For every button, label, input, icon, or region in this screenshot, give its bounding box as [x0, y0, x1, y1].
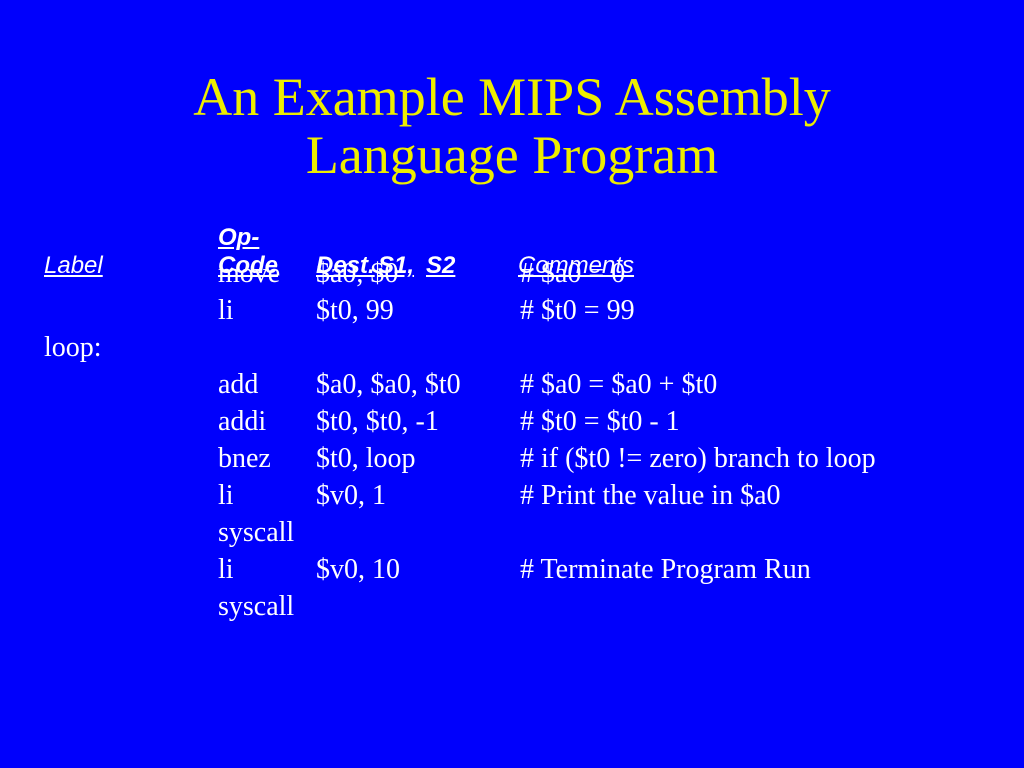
cell-comment: # $a0 = $a0 + $t0 — [520, 367, 717, 404]
code-row: addi$t0, $t0, -1# $t0 = $t0 - 1 — [44, 404, 876, 441]
cell-comment: # $t0 = $t0 - 1 — [520, 404, 680, 441]
cell-op: add — [218, 367, 316, 404]
code-row: syscall — [44, 515, 876, 552]
code-row: bnez$t0, loop# if ($t0 != zero) branch t… — [44, 441, 876, 478]
cell-op: syscall — [218, 515, 316, 552]
title-line-1: An Example MIPS Assembly — [193, 67, 831, 127]
cell-args: $a0, $a0, $t0 — [316, 367, 520, 404]
cell-comment: # Terminate Program Run — [520, 552, 811, 589]
code-listing: move$a0, $0# $a0 = 0 li$t0, 99# $t0 = 99… — [44, 256, 876, 626]
cell-op: syscall — [218, 589, 316, 626]
cell-comment: # if ($t0 != zero) branch to loop — [520, 441, 876, 478]
cell-args: $v0, 1 — [316, 478, 520, 515]
code-row: move$a0, $0# $a0 = 0 — [44, 256, 876, 293]
title-line-2: Language Program — [306, 125, 718, 185]
cell-comment: # Print the value in $a0 — [520, 478, 781, 515]
cell-op: li — [218, 552, 316, 589]
code-row: loop: — [44, 330, 876, 367]
cell-args: $a0, $0 — [316, 256, 520, 293]
code-row: add$a0, $a0, $t0# $a0 = $a0 + $t0 — [44, 367, 876, 404]
cell-op: move — [218, 256, 316, 293]
cell-op: bnez — [218, 441, 316, 478]
cell-op: li — [218, 293, 316, 330]
cell-op: li — [218, 478, 316, 515]
slide-title: An Example MIPS Assembly Language Progra… — [0, 0, 1024, 185]
slide: An Example MIPS Assembly Language Progra… — [0, 0, 1024, 768]
code-row: syscall — [44, 589, 876, 626]
cell-args: $t0, loop — [316, 441, 520, 478]
cell-label: loop: — [44, 330, 218, 367]
cell-comment: # $t0 = 99 — [520, 293, 635, 330]
code-row: li$v0, 1# Print the value in $a0 — [44, 478, 876, 515]
cell-args: $t0, 99 — [316, 293, 520, 330]
cell-args: $v0, 10 — [316, 552, 520, 589]
cell-op: addi — [218, 404, 316, 441]
code-row: li$v0, 10# Terminate Program Run — [44, 552, 876, 589]
code-row: li$t0, 99# $t0 = 99 — [44, 293, 876, 330]
cell-args: $t0, $t0, -1 — [316, 404, 520, 441]
cell-comment: # $a0 = 0 — [520, 256, 625, 293]
